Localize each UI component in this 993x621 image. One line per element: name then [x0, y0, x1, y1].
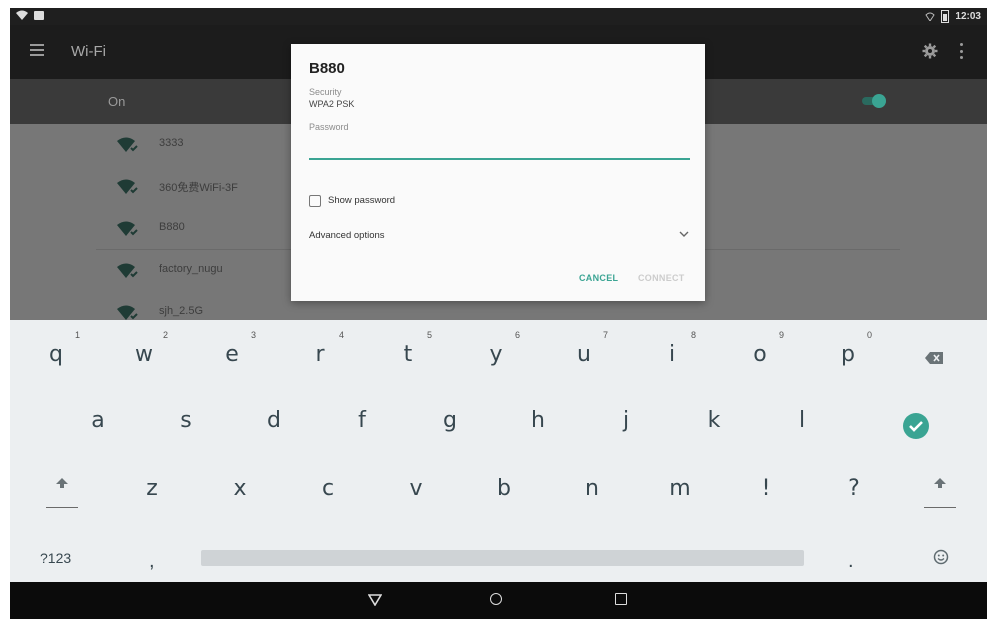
connect-dialog: B880 Security WPA2 PSK Password Show pas…: [291, 44, 705, 301]
network-name: 3333: [159, 137, 184, 149]
key-r[interactable]: r4: [290, 328, 350, 378]
key-t[interactable]: t5: [378, 328, 438, 378]
symbols-key[interactable]: ?123: [40, 550, 71, 566]
recent-apps-icon[interactable]: [615, 593, 627, 605]
wifi-signal-icon: [117, 137, 138, 152]
network-name: 360免费WiFi-3F: [159, 182, 238, 194]
wifi-status-icon: [16, 10, 28, 20]
dialog-title: B880: [309, 60, 345, 77]
chevron-down-icon[interactable]: [679, 230, 689, 238]
key-a[interactable]: a: [68, 394, 128, 444]
navigation-bar: [10, 582, 987, 619]
wifi-signal-icon: [117, 305, 138, 320]
key-n[interactable]: n: [562, 462, 622, 512]
period-key[interactable]: .: [848, 550, 854, 573]
key-m[interactable]: m: [650, 462, 710, 512]
key-f[interactable]: f: [332, 394, 392, 444]
network-name: B880: [159, 221, 185, 233]
home-icon[interactable]: [490, 593, 502, 605]
shift-key-right[interactable]: [922, 470, 958, 510]
key-o[interactable]: o9: [730, 328, 790, 378]
key-question[interactable]: ?: [824, 462, 884, 512]
key-h[interactable]: h: [508, 394, 568, 444]
clock: 12:03: [955, 11, 981, 22]
wifi-switch-label: On: [108, 94, 126, 109]
key-g[interactable]: g: [420, 394, 480, 444]
key-k[interactable]: k: [684, 394, 744, 444]
key-j[interactable]: j: [596, 394, 656, 444]
done-key[interactable]: [903, 413, 929, 439]
back-icon[interactable]: [368, 594, 382, 606]
key-y[interactable]: y6: [466, 328, 526, 378]
gear-icon[interactable]: [922, 43, 938, 59]
security-label: Security: [309, 87, 342, 97]
key-c[interactable]: c: [298, 462, 358, 512]
security-value: WPA2 PSK: [309, 99, 355, 109]
key-s[interactable]: s: [156, 394, 216, 444]
network-name: factory_nugu: [159, 263, 223, 275]
password-label: Password: [309, 122, 349, 132]
key-v[interactable]: v: [386, 462, 446, 512]
key-b[interactable]: b: [474, 462, 534, 512]
password-field[interactable]: [309, 140, 690, 160]
key-l[interactable]: l: [772, 394, 832, 444]
wifi-toggle[interactable]: [858, 94, 886, 108]
comma-key[interactable]: ,: [149, 550, 155, 573]
menu-icon[interactable]: [30, 44, 44, 56]
image-notification-icon: [34, 10, 44, 20]
network-name: sjh_2.5G: [159, 305, 204, 317]
shift-key-left[interactable]: [44, 470, 80, 510]
key-x[interactable]: x: [210, 462, 270, 512]
device-screen: 12:03 Wi-Fi On 3333 360免费WiFi-3F B880 fa…: [10, 8, 987, 619]
space-bar[interactable]: [201, 550, 804, 566]
key-p[interactable]: p0: [818, 328, 878, 378]
backspace-icon[interactable]: [924, 351, 944, 365]
show-password-checkbox[interactable]: [309, 195, 321, 207]
key-exclamation[interactable]: !: [736, 462, 796, 512]
key-z[interactable]: z: [122, 462, 182, 512]
wifi-signal-icon: [117, 179, 138, 194]
key-u[interactable]: u7: [554, 328, 614, 378]
key-w[interactable]: w2: [114, 328, 174, 378]
battery-icon: [941, 10, 950, 23]
soft-keyboard: q1 w2 e3 r4 t5 y6 u7 i8 o9 p0 a s d f g …: [10, 320, 987, 582]
connect-button[interactable]: CONNECT: [638, 273, 685, 283]
emoji-icon[interactable]: [933, 549, 949, 565]
status-bar: 12:03: [10, 8, 987, 25]
cancel-button[interactable]: CANCEL: [579, 273, 618, 283]
more-options-icon[interactable]: [958, 43, 964, 59]
advanced-options-toggle[interactable]: Advanced options: [309, 230, 385, 241]
check-icon: [909, 421, 923, 432]
key-e[interactable]: e3: [202, 328, 262, 378]
wifi-signal-icon: [117, 221, 138, 236]
key-q[interactable]: q1: [26, 328, 86, 378]
shift-icon: [56, 478, 68, 488]
shift-icon: [934, 478, 946, 488]
page-title: Wi-Fi: [71, 43, 106, 60]
key-i[interactable]: i8: [642, 328, 702, 378]
key-d[interactable]: d: [244, 394, 304, 444]
signal-icon: [925, 12, 936, 21]
wifi-signal-icon: [117, 263, 138, 278]
show-password-label[interactable]: Show password: [328, 195, 395, 206]
